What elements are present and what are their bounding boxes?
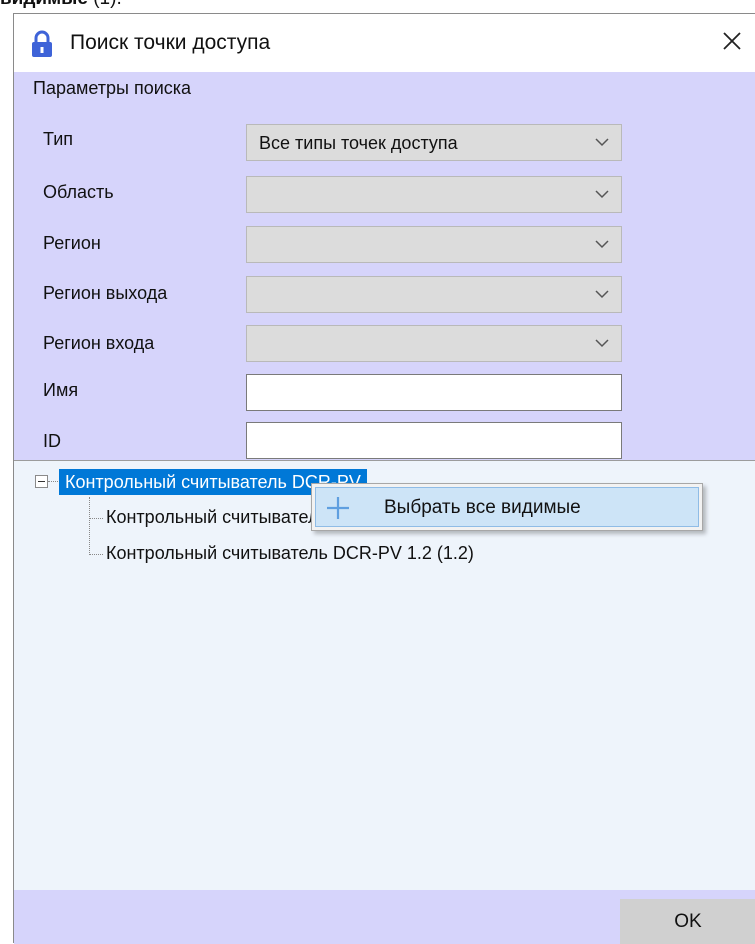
plus-icon <box>327 497 349 519</box>
dialog-footer: OK <box>14 890 755 944</box>
id-label: ID <box>43 431 61 451</box>
region-select[interactable] <box>246 226 622 263</box>
window-title: Поиск точки доступа <box>70 31 271 54</box>
lock-icon <box>32 30 52 57</box>
chevron-down-icon <box>595 190 609 199</box>
search-parameters-panel: Параметры поиска Тип Все типы точек дост… <box>14 72 755 460</box>
tree-collapse-toggle[interactable] <box>35 475 48 488</box>
entry-region-label: Регион входа <box>43 333 155 353</box>
region-label: Регион <box>43 233 101 253</box>
search-parameters-legend: Параметры поиска <box>33 78 192 98</box>
area-label: Область <box>43 182 114 202</box>
id-input[interactable] <box>246 422 622 459</box>
search-access-point-dialog: Поиск точки доступа Параметры поиска Тип… <box>13 13 755 944</box>
tree-connector <box>89 518 103 519</box>
area-select[interactable] <box>246 176 622 213</box>
type-label: Тип <box>43 129 74 149</box>
chevron-down-icon <box>595 339 609 348</box>
exit-region-label: Регион выхода <box>43 283 168 303</box>
tree-connector <box>89 497 90 555</box>
close-icon[interactable] <box>715 24 749 58</box>
name-label: Имя <box>43 380 79 400</box>
chevron-down-icon <box>595 290 609 299</box>
page-caption: видимые (1). <box>0 0 122 10</box>
select-all-visible-label: Выбрать все видимые <box>384 497 581 518</box>
caption-bold: видимые <box>0 0 88 9</box>
caption-rest: (1). <box>88 0 122 9</box>
ok-button[interactable]: OK <box>620 899 755 944</box>
name-input[interactable] <box>246 374 622 411</box>
chevron-down-icon <box>595 138 609 147</box>
tree-node-child[interactable]: Контрольный считыватель DCR-PV 1.2 (1.2) <box>106 543 474 564</box>
title-bar: Поиск точки доступа <box>14 14 755 72</box>
chevron-down-icon <box>595 240 609 249</box>
exit-region-select[interactable] <box>246 276 622 313</box>
type-select-value: Все типы точек доступа <box>259 133 458 153</box>
tree-connector <box>89 554 103 555</box>
tree-connector <box>48 481 58 482</box>
type-select[interactable]: Все типы точек доступа <box>246 124 622 161</box>
entry-region-select[interactable] <box>246 325 622 362</box>
context-menu: Выбрать все видимые <box>311 483 703 531</box>
select-all-visible-menu-item[interactable]: Выбрать все видимые <box>315 487 699 527</box>
